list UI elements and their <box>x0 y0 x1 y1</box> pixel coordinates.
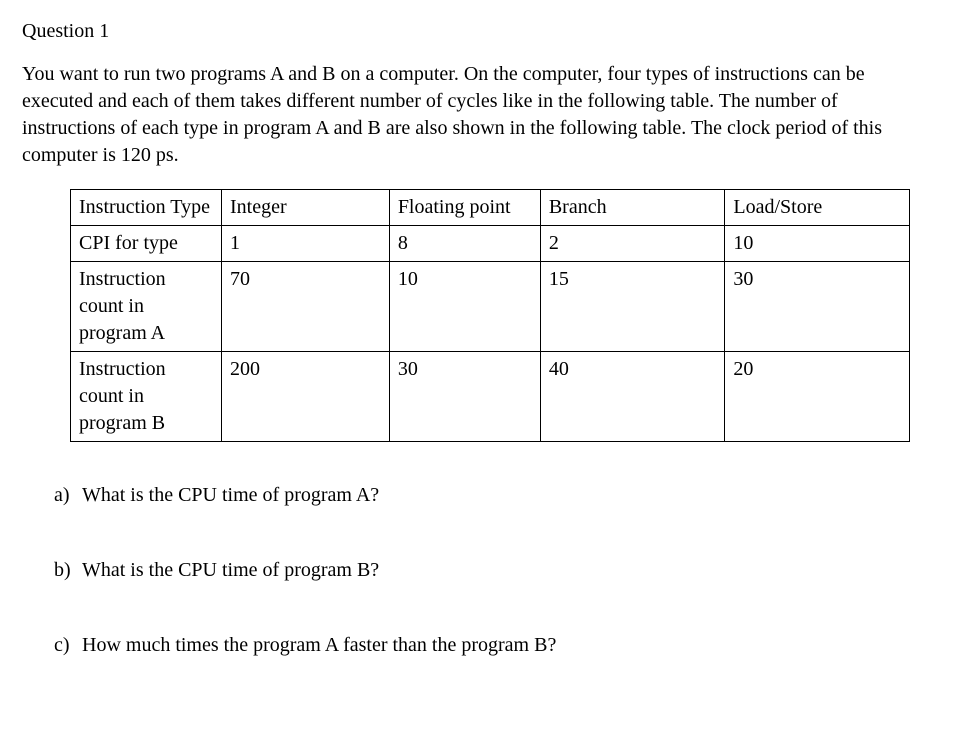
question-c: c) How much times the program A faster t… <box>54 632 932 659</box>
header-rowlabel: Instruction Type <box>71 190 222 226</box>
question-label: b) <box>54 557 82 584</box>
table-row: CPI for type 1 8 2 10 <box>71 226 910 262</box>
cell: 30 <box>725 262 910 352</box>
cell: 1 <box>222 226 390 262</box>
question-label: c) <box>54 632 82 659</box>
question-text: What is the CPU time of program B? <box>82 557 932 584</box>
header-col-branch: Branch <box>540 190 725 226</box>
instruction-table: Instruction Type Integer Floating point … <box>70 189 910 442</box>
header-col-loadstore: Load/Store <box>725 190 910 226</box>
question-b: b) What is the CPU time of program B? <box>54 557 932 584</box>
question-a: a) What is the CPU time of program A? <box>54 482 932 509</box>
header-col-integer: Integer <box>222 190 390 226</box>
cell: 2 <box>540 226 725 262</box>
question-text: How much times the program A faster than… <box>82 632 932 659</box>
table-row: Instruction count in program A 70 10 15 … <box>71 262 910 352</box>
header-col-floating: Floating point <box>389 190 540 226</box>
instruction-table-wrap: Instruction Type Integer Floating point … <box>70 189 910 442</box>
cell: 10 <box>725 226 910 262</box>
question-text: What is the CPU time of program A? <box>82 482 932 509</box>
cell: 70 <box>222 262 390 352</box>
table-row: Instruction count in program B 200 30 40… <box>71 352 910 442</box>
question-label: a) <box>54 482 82 509</box>
row-label: CPI for type <box>71 226 222 262</box>
question-title: Question 1 <box>22 18 932 45</box>
cell: 10 <box>389 262 540 352</box>
cell: 20 <box>725 352 910 442</box>
row-label: Instruction count in program A <box>71 262 222 352</box>
row-label: Instruction count in program B <box>71 352 222 442</box>
cell: 8 <box>389 226 540 262</box>
cell: 40 <box>540 352 725 442</box>
question-intro: You want to run two programs A and B on … <box>22 61 932 169</box>
question-list: a) What is the CPU time of program A? b)… <box>54 482 932 659</box>
cell: 15 <box>540 262 725 352</box>
cell: 30 <box>389 352 540 442</box>
table-header-row: Instruction Type Integer Floating point … <box>71 190 910 226</box>
cell: 200 <box>222 352 390 442</box>
